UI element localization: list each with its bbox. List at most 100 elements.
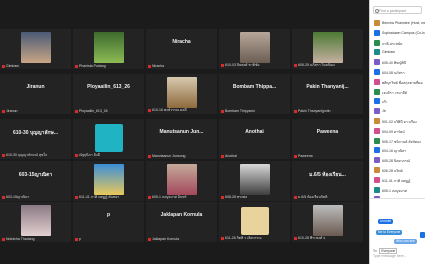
tile-name-text: 605-1 เบญจมาศ อินทร์ (152, 195, 187, 199)
video-tile[interactable]: Bombam Thippa... Bombam Thipyaxin (219, 74, 290, 114)
participant-video (312, 205, 343, 236)
video-tile[interactable]: Jaklapan Kornula Jaklapan Kornula (146, 202, 217, 242)
participant-avatar-icon (374, 88, 380, 95)
tile-name-label: Gimbam (2, 64, 69, 68)
participant-video (239, 32, 270, 63)
participant-row[interactable]: 611-41 ภาคิ ดศฏฏ์ (374, 175, 424, 185)
participant-row[interactable]: 505-17 ชนิกานต์ สังข์ทอง (374, 136, 424, 146)
tile-name-text: 610-30 บุญญาลักษณ์ สุขใจ (6, 153, 48, 157)
muted-mic-icon (75, 64, 78, 68)
chat-message-input[interactable]: Type message here... (373, 254, 407, 258)
tile-caption: ม.6/5 ห้องเรียน... (309, 172, 346, 178)
video-tile[interactable]: pp (73, 202, 144, 242)
participant-row[interactable]: 504-09 ดารัตน์ (374, 126, 424, 136)
participant-avatar-icon (374, 59, 380, 66)
tile-name-text: Pakin Thanyanijpotin (298, 109, 331, 113)
participant-avatar-icon (374, 78, 380, 85)
muted-mic-icon (148, 108, 151, 112)
video-tile[interactable]: Anothai Anothai (219, 119, 290, 159)
participant-name: Sophadawn Campus (Co-host) (382, 30, 425, 35)
tile-name-text: Phanista Pudang (79, 64, 106, 68)
participant-video (20, 205, 51, 236)
participant-row[interactable]: Bencha Phamdee (Host, me) (374, 18, 425, 28)
participant-avatar-icon (374, 108, 380, 115)
video-tile[interactable]: 610-16 พงษ์วรรณ ผลดี (146, 74, 217, 114)
participant-name: Gimbam (382, 50, 396, 55)
muted-mic-icon (75, 237, 78, 241)
chat-bubble: Unmute (378, 219, 394, 224)
tile-caption: 610-30 บุญญาลักษ... (12, 130, 58, 136)
participant-avatar-icon (374, 166, 380, 173)
participant-row[interactable]: เจนจิรา วรมาลีย์ (374, 87, 424, 97)
participant-row[interactable]: 501-02 บวิศินี ดาวเรือง (374, 116, 424, 126)
video-tile[interactable]: Pakin Thanyanij... Pakin Thanyanijpotin (292, 74, 363, 114)
participant-name: 606-28 นวิทย์ (382, 168, 403, 173)
tile-name-text: Gimbam (6, 64, 20, 68)
participant-row[interactable]: 606-28 นวิทย์ (374, 165, 424, 175)
video-tile[interactable]: 611-26 กิตติ ร เลิศวรรณ (219, 202, 290, 242)
participant-name: 504-09 ดารัตน์ (382, 129, 405, 134)
video-tile[interactable]: 608-28 ทรงพล (219, 161, 290, 201)
participant-row[interactable]: 605-1 เบญจมาศ (374, 185, 424, 195)
participant-name: เจนจิรา วรมาลีย์ (382, 90, 407, 95)
muted-mic-icon (148, 154, 151, 158)
video-tile[interactable]: Jiranun Jiranun (0, 74, 71, 114)
participant-name: 605-1 เบญจมาศ (382, 188, 407, 193)
participant-row[interactable]: 604-08 นภัสรา (374, 67, 424, 77)
send-button[interactable] (420, 232, 425, 238)
muted-mic-icon (2, 195, 5, 199)
video-tile[interactable]: Paweena Paweena (292, 119, 363, 159)
participant-row[interactable]: Jb (374, 106, 424, 116)
participant-name: 605-40 พิชญ์สินี (382, 61, 407, 66)
video-tile[interactable]: 610-30 บุญญาลักษ... 610-30 บุญญาลักษณ์ สุ… (0, 119, 71, 159)
participant-row[interactable]: Gimbam (374, 47, 424, 57)
tile-name-label: 608-28 ทรงพล (221, 194, 288, 200)
video-tile[interactable]: 611-41 ภาคิ ดศฏฏ์ ตันทยา (73, 161, 144, 201)
muted-mic-icon (148, 64, 151, 68)
tile-name-label: Jiranun (2, 109, 69, 113)
participant-search-input[interactable]: Find a participant (373, 6, 422, 14)
participant-row[interactable]: 605-40 พิชญ์สินี (374, 57, 424, 67)
participant-video (166, 164, 197, 195)
participant-row[interactable]: ภาคิ-ประหยัด (374, 38, 424, 48)
participant-row[interactable]: ศศิญาวิทย์ ชื่อสกุลตามที่ยอ (374, 77, 424, 87)
video-tile[interactable]: Ployaailin_613_26 Ployaailin_613_26 (73, 74, 144, 114)
participant-avatar-icon (374, 49, 380, 56)
tile-name-text: 611-26 กิตติ ร เลิศวรรณ (225, 236, 262, 240)
tile-name-label: Phanista Pudang (75, 64, 142, 68)
video-tile[interactable]: Niracha Niracha (146, 29, 217, 69)
video-tile[interactable]: 603-15ญาณิดา 603-15ญาณิดา (0, 161, 71, 201)
muted-mic-icon (221, 109, 224, 113)
video-tile[interactable]: 610-03 ปิยพงศ์ ชาติชัย (219, 29, 290, 69)
participant-avatar-icon (374, 29, 380, 36)
video-tile[interactable]: Phanista Pudang (73, 29, 144, 69)
video-tile[interactable]: Gimbam (0, 29, 71, 69)
video-tile[interactable]: ม.6/5 ห้องเรียน... ม.6/5 ห้องเรียนกิตติ (292, 161, 363, 201)
tile-caption: Jiranun (26, 84, 45, 90)
tile-name-text: Ployaailin_613_26 (79, 109, 108, 113)
video-tile[interactable]: Manutsanun Jun... Manutsanun Junsong (146, 119, 217, 159)
tile-name-label: 611-41 ภาคิ ดศฏฏ์ ตันทยา (75, 194, 142, 200)
participant-row[interactable]: 605-28 นิตยาภรณ์ (374, 155, 424, 165)
tile-name-label: 603-15ญาณิดา (2, 194, 69, 200)
participant-list: Bencha Phamdee (Host, me) Sophadawn Campu… (374, 18, 425, 204)
tile-name-text: 610-28 พีระพงศ์ จ (298, 236, 326, 240)
muted-mic-icon (221, 195, 224, 199)
video-tile[interactable]: ณัฐฐุนิภา ลิงดี (73, 119, 144, 159)
participant-row[interactable]: Sophadawn Campus (Co-host) (374, 28, 425, 38)
video-tile[interactable]: Nutnicha Thadang (0, 202, 71, 242)
video-tile[interactable]: 605-1 เบญจมาศ อินทร์ (146, 161, 217, 201)
tile-name-text: 610-03 ปิยพงศ์ ชาติชัย (225, 63, 260, 67)
participant-avatar-icon (374, 98, 380, 105)
video-tile[interactable]: 605-25 นภิสรา วิมลนิยม (292, 29, 363, 69)
tile-name-text: Nutnicha Thadang (6, 237, 35, 241)
tile-caption: Paweena (316, 129, 339, 135)
participant-row[interactable]: 604-16 ญาณิสา (374, 145, 424, 155)
video-tile[interactable]: 610-28 พีระพงศ์ จ (292, 202, 363, 242)
chat-area: Unmute Me to Everyone Who can see To: Ev… (370, 198, 425, 264)
tile-name-label: 610-03 ปิยพงศ์ ชาติชัย (221, 62, 288, 68)
tile-caption: Ployaailin_613_26 (87, 84, 130, 90)
tile-name-label: 605-1 เบญจมาศ อินทร์ (148, 194, 215, 200)
muted-mic-icon (221, 63, 224, 67)
participant-row[interactable]: เก๊ะ (374, 96, 424, 106)
